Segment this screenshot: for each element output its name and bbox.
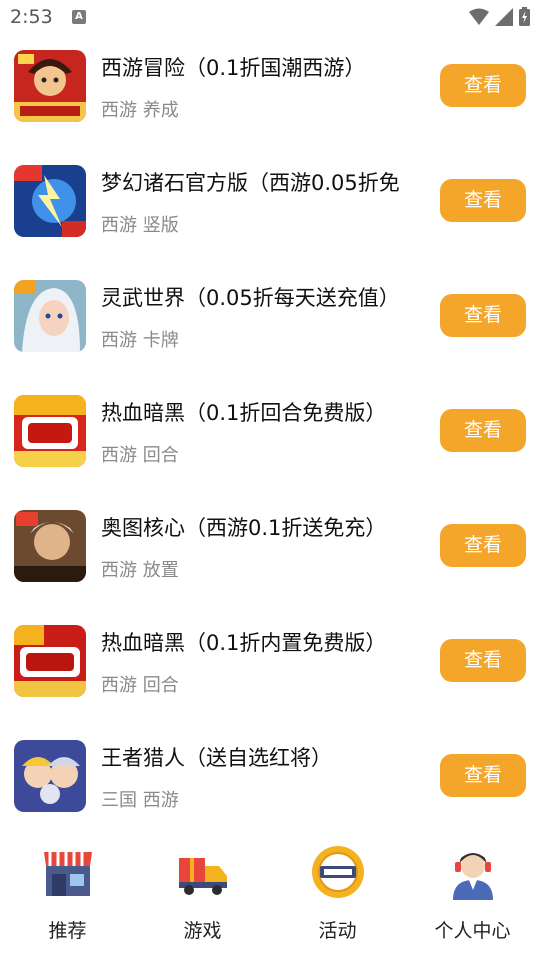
game-title: 热血暗黑（0.1折回合免费版） <box>101 401 387 425</box>
game-icon-xiyou-red[interactable] <box>14 395 86 467</box>
view-button[interactable]: 查看 <box>440 294 526 337</box>
game-tags: 三国 西游 <box>101 790 179 811</box>
game-icon-blue-lightning[interactable] <box>14 165 86 237</box>
game-row[interactable]: 王者猎人（送自选红将） 三国 西游 查看 <box>0 726 540 841</box>
view-button[interactable]: 查看 <box>440 639 526 682</box>
tab-events[interactable]: 活动 <box>270 836 405 946</box>
tab-label: 游戏 <box>183 920 222 942</box>
system-icons <box>469 7 530 26</box>
game-title: 灵武世界（0.05折每天送充值） <box>101 286 400 310</box>
game-tags: 西游 竖版 <box>101 215 179 236</box>
game-tags: 西游 回合 <box>101 445 179 466</box>
view-button[interactable]: 查看 <box>440 524 526 567</box>
game-title: 奥图核心（西游0.1折送免充） <box>101 516 387 540</box>
tab-recommend[interactable]: 推荐 <box>0 836 135 946</box>
support-agent-icon <box>453 853 493 900</box>
sale-badge-icon <box>312 846 364 898</box>
bottom-tab-bar: 推荐 游戏 活动 个人中心 <box>0 828 540 960</box>
game-icon-red-warrior[interactable] <box>14 50 86 122</box>
tab-profile[interactable]: 个人中心 <box>405 836 540 946</box>
game-title: 梦幻诸石官方版（西游0.05折免 <box>101 171 400 195</box>
game-title: 西游冒险（0.1折国潮西游） <box>101 56 366 80</box>
game-icon-hunter-duo[interactable] <box>14 740 86 812</box>
game-title: 热血暗黑（0.1折内置免费版） <box>101 631 387 655</box>
game-row[interactable]: 灵武世界（0.05折每天送充值） 西游 卡牌 查看 <box>0 266 540 381</box>
game-tags: 西游 养成 <box>101 100 179 121</box>
signal-icon <box>495 7 513 26</box>
view-button[interactable]: 查看 <box>440 409 526 452</box>
game-row[interactable]: 西游冒险（0.1折国潮西游） 西游 养成 查看 <box>0 36 540 151</box>
wifi-icon <box>469 8 489 25</box>
status-time: 2:53 <box>10 6 53 28</box>
game-row[interactable]: 热血暗黑（0.1折内置免费版） 西游 回合 查看 <box>0 611 540 726</box>
game-row[interactable]: 梦幻诸石官方版（西游0.05折免 西游 竖版 查看 <box>0 151 540 266</box>
game-tags: 西游 回合 <box>101 675 179 696</box>
game-row[interactable]: 热血暗黑（0.1折回合免费版） 西游 回合 查看 <box>0 381 540 496</box>
gift-truck-icon <box>179 858 227 895</box>
game-icon-white-hair-girl[interactable] <box>14 280 86 352</box>
game-tags: 西游 卡牌 <box>101 330 179 351</box>
view-button[interactable]: 查看 <box>440 179 526 222</box>
game-icon-xiyou-red[interactable] <box>14 625 86 697</box>
game-icon-warrior-portrait[interactable] <box>14 510 86 582</box>
view-button[interactable]: 查看 <box>440 64 526 107</box>
tab-label: 推荐 <box>48 920 87 942</box>
notification-icon: A <box>72 10 86 24</box>
game-row[interactable]: 奥图核心（西游0.1折送免充） 西游 放置 查看 <box>0 496 540 611</box>
game-tags: 西游 放置 <box>101 560 179 581</box>
tab-games[interactable]: 游戏 <box>135 836 270 946</box>
battery-icon <box>519 7 530 26</box>
game-title: 王者猎人（送自选红将） <box>101 746 332 770</box>
tab-label: 活动 <box>318 920 357 942</box>
status-bar: 2:53 A <box>0 0 540 36</box>
tab-label: 个人中心 <box>434 920 511 942</box>
view-button[interactable]: 查看 <box>440 754 526 797</box>
store-icon <box>44 852 92 896</box>
